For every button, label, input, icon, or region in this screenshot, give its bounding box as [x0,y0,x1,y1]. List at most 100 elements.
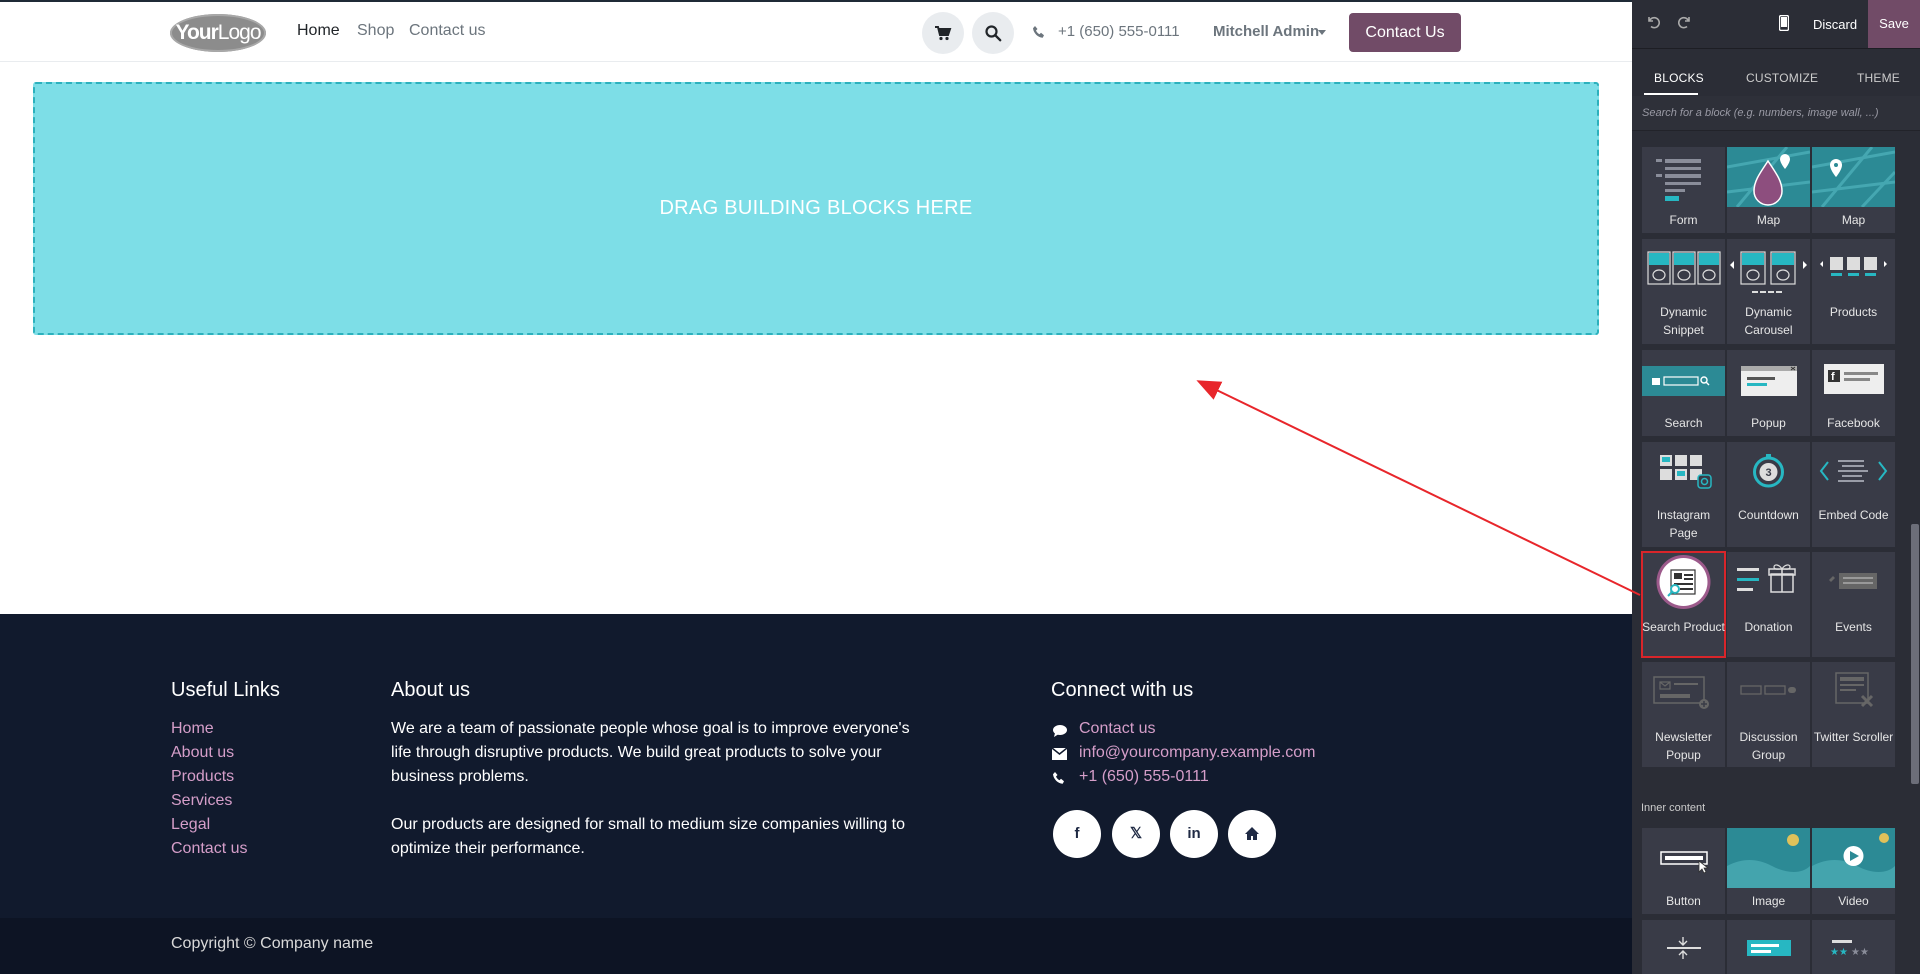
block-text[interactable] [1727,920,1810,974]
footer-link-about-us[interactable]: About us [171,744,234,762]
rating-icon: ★★ ★★ [1830,940,1869,958]
logo[interactable]: YourLogo [170,14,266,52]
block-search-product[interactable]: Search Product [1641,551,1726,658]
panel-scrollbar-thumb[interactable] [1911,524,1919,784]
block-discussion-group[interactable]: Discussion Group [1727,662,1810,767]
footer-link-home[interactable]: Home [171,720,214,738]
save-button[interactable]: Save [1868,0,1920,48]
block-label: Countdown [1738,508,1799,522]
home-button[interactable] [1228,810,1276,858]
block-newsletter-popup[interactable]: Newsletter Popup [1642,662,1725,767]
svg-text:★★: ★★ [1830,947,1848,958]
block-products[interactable]: Products [1812,239,1895,344]
block-search[interactable]: Search [1642,350,1725,436]
block-search-input[interactable] [1642,103,1912,123]
block-label: Dynamic Carousel [1744,305,1793,337]
editor-tabs: BLOCKS CUSTOMIZE THEME [1632,56,1920,96]
nav-shop[interactable]: Shop [357,22,394,40]
block-label: Events [1835,620,1872,634]
block-label: Map [1841,213,1866,227]
image-icon [1727,828,1810,888]
block-form[interactable]: Form [1642,147,1725,233]
block-dynamic-carousel[interactable]: Dynamic Carousel [1727,239,1810,344]
connect-email[interactable]: info@yourcompany.example.com [1079,744,1316,762]
block-twitter-scroller[interactable]: Twitter Scroller [1812,662,1895,767]
connect-phone[interactable]: +1 (650) 555-0111 [1079,768,1209,786]
block-label: Twitter Scroller [1813,730,1894,744]
block-events[interactable]: Events [1812,552,1895,657]
block-countdown[interactable]: 3 Countdown [1727,442,1810,547]
facebook-icon: f [1074,825,1080,842]
connect-contact-us[interactable]: Contact us [1079,720,1155,738]
app: YourLogo Home Shop Contact us +1 (650) 5… [0,0,1920,974]
embed-code-icon [1819,460,1888,482]
block-map-1[interactable]: Map [1727,147,1810,233]
phone-icon [1033,26,1044,38]
block-instagram-page[interactable]: Instagram Page [1642,442,1725,547]
website-preview: YourLogo Home Shop Contact us +1 (650) 5… [0,0,1632,974]
instagram-icon [1660,455,1712,489]
home-icon [1245,827,1259,840]
events-icon [1829,573,1877,589]
about-us-title: About us [391,679,470,701]
countdown-number: 3 [1766,467,1772,479]
envelope-icon [1052,748,1067,760]
footer-link-legal[interactable]: Legal [171,816,210,834]
chevron-down-icon [1318,30,1326,35]
useful-links-title: Useful Links [171,679,280,701]
nav-home[interactable]: Home [297,22,340,40]
block-rating[interactable]: ★★ ★★ [1812,920,1895,974]
block-video[interactable]: Video [1812,828,1895,914]
block-label: Donation [1744,620,1793,634]
text-icon [1747,940,1791,956]
search-button[interactable] [972,12,1014,54]
footer-link-products[interactable]: Products [171,768,234,786]
block-image[interactable]: Image [1727,828,1810,914]
redo-icon[interactable] [1678,15,1692,29]
tab-customize[interactable]: CUSTOMIZE [1746,71,1818,85]
block-button[interactable]: Button [1642,828,1725,914]
block-label: Newsletter Popup [1655,730,1712,762]
block-label: Discussion Group [1739,730,1798,762]
mobile-preview-icon[interactable] [1779,15,1789,31]
header-phone[interactable]: +1 (650) 555-0111 [1058,23,1180,40]
block-separator[interactable] [1642,920,1725,974]
block-dynamic-snippet[interactable]: Dynamic Snippet [1642,239,1725,344]
block-label: Button [1666,894,1701,908]
map-pin-icon [1727,147,1810,207]
separator-icon [1667,937,1701,959]
block-facebook[interactable]: f Facebook [1812,350,1895,436]
block-popup[interactable]: Popup [1727,350,1810,436]
block-label: Popup [1751,416,1786,430]
discard-button[interactable]: Discard [1813,17,1857,32]
drop-zone[interactable]: DRAG BUILDING BLOCKS HERE [33,82,1599,335]
site-footer: Useful Links Home About us Products Serv… [0,614,1632,918]
twitter-button[interactable]: 𝕏 [1112,810,1160,858]
site-header: YourLogo Home Shop Contact us +1 (650) 5… [0,2,1632,62]
block-label: Video [1838,894,1869,908]
panel-scrollbar[interactable] [1910,140,1920,974]
logo-text: Logo [217,21,262,44]
block-map-2[interactable]: Map [1812,147,1895,233]
block-embed-code[interactable]: Embed Code [1812,442,1895,547]
form-icon [1656,159,1701,201]
block-donation[interactable]: Donation [1727,552,1810,657]
tab-theme[interactable]: THEME [1857,71,1900,85]
comment-icon [1053,725,1067,737]
dynamic-snippet-icon [1647,251,1721,285]
user-menu[interactable]: Mitchell Admin [1213,23,1319,40]
footer-link-contact-us[interactable]: Contact us [171,840,247,858]
undo-icon[interactable] [1646,15,1660,29]
nav-contact-us[interactable]: Contact us [409,22,485,40]
copyright-bar: Copyright © Company name [0,918,1632,974]
footer-link-services[interactable]: Services [171,792,232,810]
tab-blocks[interactable]: BLOCKS [1654,71,1704,85]
linkedin-button[interactable]: in [1170,810,1218,858]
drop-zone-text: DRAG BUILDING BLOCKS HERE [659,197,973,219]
facebook-button[interactable]: f [1053,810,1101,858]
twitter-scroller-icon [1835,672,1874,708]
cart-button[interactable] [922,12,964,54]
cart-icon [935,26,952,41]
contact-us-button[interactable]: Contact Us [1349,13,1461,52]
about-us-paragraph-1: We are a team of passionate people whose… [391,720,910,785]
